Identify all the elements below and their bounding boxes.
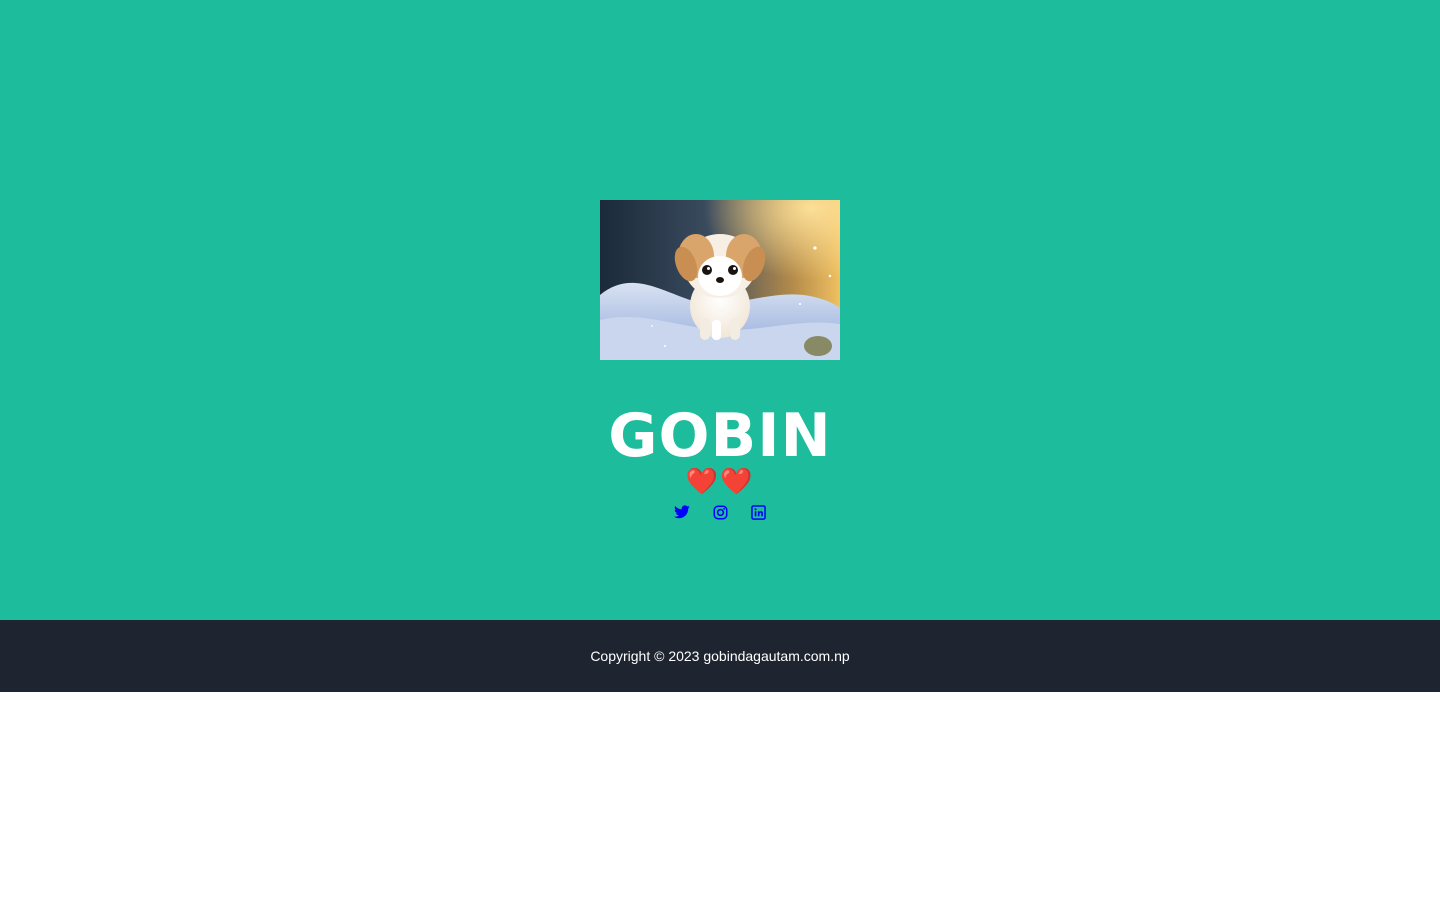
instagram-icon bbox=[713, 505, 728, 520]
linkedin-link[interactable] bbox=[750, 504, 766, 520]
twitter-icon bbox=[674, 505, 690, 519]
social-links bbox=[0, 502, 1440, 522]
linkedin-icon bbox=[750, 504, 766, 520]
twitter-link[interactable] bbox=[674, 504, 690, 520]
hearts-emoji: ❤️❤️ bbox=[685, 467, 755, 497]
copyright-text: Copyright © 2023 gobindagautam.com.np bbox=[590, 648, 850, 664]
hero-section: GOBIN ❤️❤️ bbox=[0, 0, 1440, 620]
profile-name: GOBIN bbox=[608, 401, 832, 471]
profile-photo bbox=[600, 200, 840, 360]
instagram-link[interactable] bbox=[712, 504, 728, 520]
footer: Copyright © 2023 gobindagautam.com.np bbox=[0, 620, 1440, 692]
